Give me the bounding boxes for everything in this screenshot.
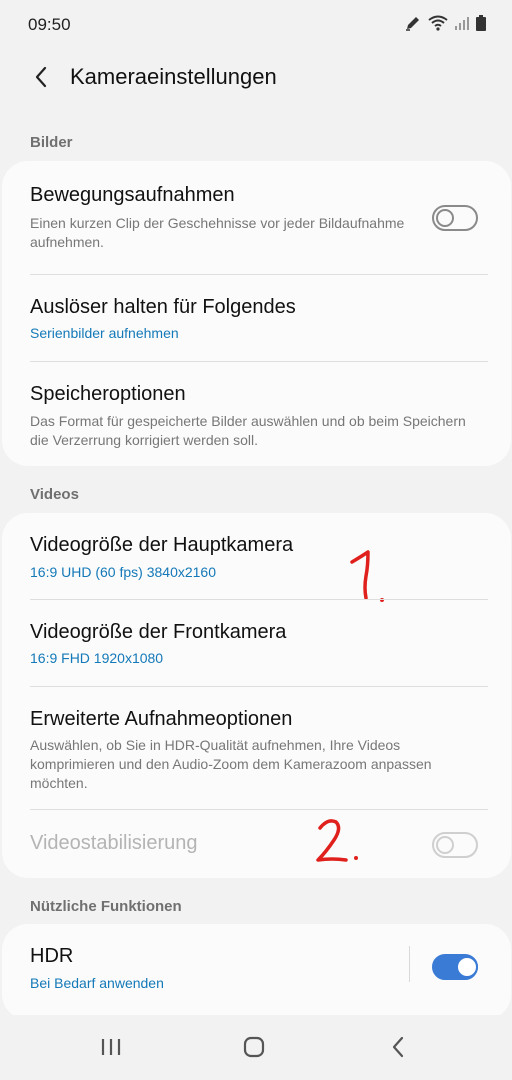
bewegungsaufnahmen-toggle[interactable] — [432, 205, 478, 231]
setting-title: Videostabilisierung — [30, 832, 198, 854]
status-time: 09:50 — [28, 15, 71, 34]
setting-bewegungsaufnahmen[interactable]: Bewegungsaufnahmen Einen kurzen Clip der… — [2, 161, 511, 274]
section-label-bilder: Bilder — [30, 134, 73, 151]
card-videos: Videogröße der Hauptkamera 16:9 UHD (60 … — [2, 513, 511, 878]
back-icon — [390, 1036, 406, 1063]
annotation-two — [310, 814, 370, 875]
setting-hdr[interactable]: HDR Bei Bedarf anwenden — [2, 924, 511, 1010]
setting-videostabilisierung[interactable]: Videostabilisierung — [2, 810, 511, 878]
setting-videogroesse-hauptkamera[interactable]: Videogröße der Hauptkamera 16:9 UHD (60 … — [2, 513, 511, 602]
setting-erweiterte-aufnahmeoptionen[interactable]: Erweiterte Aufnahmeoptionen Auswählen, o… — [2, 687, 511, 809]
chevron-left-icon — [33, 65, 49, 94]
battery-icon — [476, 15, 486, 31]
section-label-videos: Videos — [30, 486, 79, 503]
hdr-toggle[interactable] — [432, 954, 478, 980]
wifi-icon — [428, 15, 448, 31]
section-label-nuetzliche-funktionen: Nützliche Funktionen — [30, 898, 182, 915]
setting-value: Bei Bedarf anwenden — [30, 975, 164, 991]
setting-title: Erweiterte Aufnahmeoptionen — [30, 708, 293, 730]
back-button[interactable] — [24, 62, 58, 96]
setting-description: Auswählen, ob Sie in HDR-Qualität aufneh… — [30, 737, 432, 791]
signal-icon — [454, 15, 470, 31]
setting-description: Das Format für gespeicherte Bilder auswä… — [30, 413, 466, 448]
setting-title: Speicheroptionen — [30, 383, 186, 405]
setting-title: Bewegungsaufnahmen — [30, 184, 235, 206]
setting-value: Serienbilder aufnehmen — [30, 325, 179, 341]
nav-back-button[interactable] — [380, 1035, 416, 1063]
setting-videogroesse-frontkamera[interactable]: Videogröße der Frontkamera 16:9 FHD 1920… — [2, 600, 511, 686]
card-nuetzliche-funktionen: HDR Bei Bedarf anwenden — [2, 924, 511, 1020]
setting-speicheroptionen[interactable]: Speicheroptionen Das Format für gespeich… — [2, 362, 511, 466]
recent-apps-button[interactable] — [93, 1035, 129, 1063]
home-icon — [243, 1036, 265, 1063]
setting-value: 16:9 FHD 1920x1080 — [30, 650, 164, 666]
setting-title: Videogröße der Hauptkamera — [30, 534, 294, 556]
videostabilisierung-toggle[interactable] — [432, 832, 478, 858]
setting-title: HDR — [30, 945, 74, 967]
setting-description: Einen kurzen Clip der Geschehnisse vor j… — [30, 215, 405, 250]
setting-ausloeser-halten[interactable]: Auslöser halten für Folgendes Serienbild… — [2, 275, 511, 361]
setting-title: Auslöser halten für Folgendes — [30, 296, 296, 318]
edit-pen-icon — [404, 14, 422, 32]
navigation-bar — [0, 1015, 512, 1080]
card-bilder: Bewegungsaufnahmen Einen kurzen Clip der… — [2, 161, 511, 466]
page-title: Kameraeinstellungen — [70, 64, 277, 89]
home-button[interactable] — [236, 1035, 272, 1063]
status-icons — [404, 14, 486, 32]
header: Kameraeinstellungen — [0, 50, 512, 110]
setting-title: Videogröße der Frontkamera — [30, 621, 287, 643]
vertical-separator — [409, 946, 410, 982]
recent-apps-icon — [100, 1037, 122, 1062]
status-bar: 09:50 — [0, 0, 512, 50]
